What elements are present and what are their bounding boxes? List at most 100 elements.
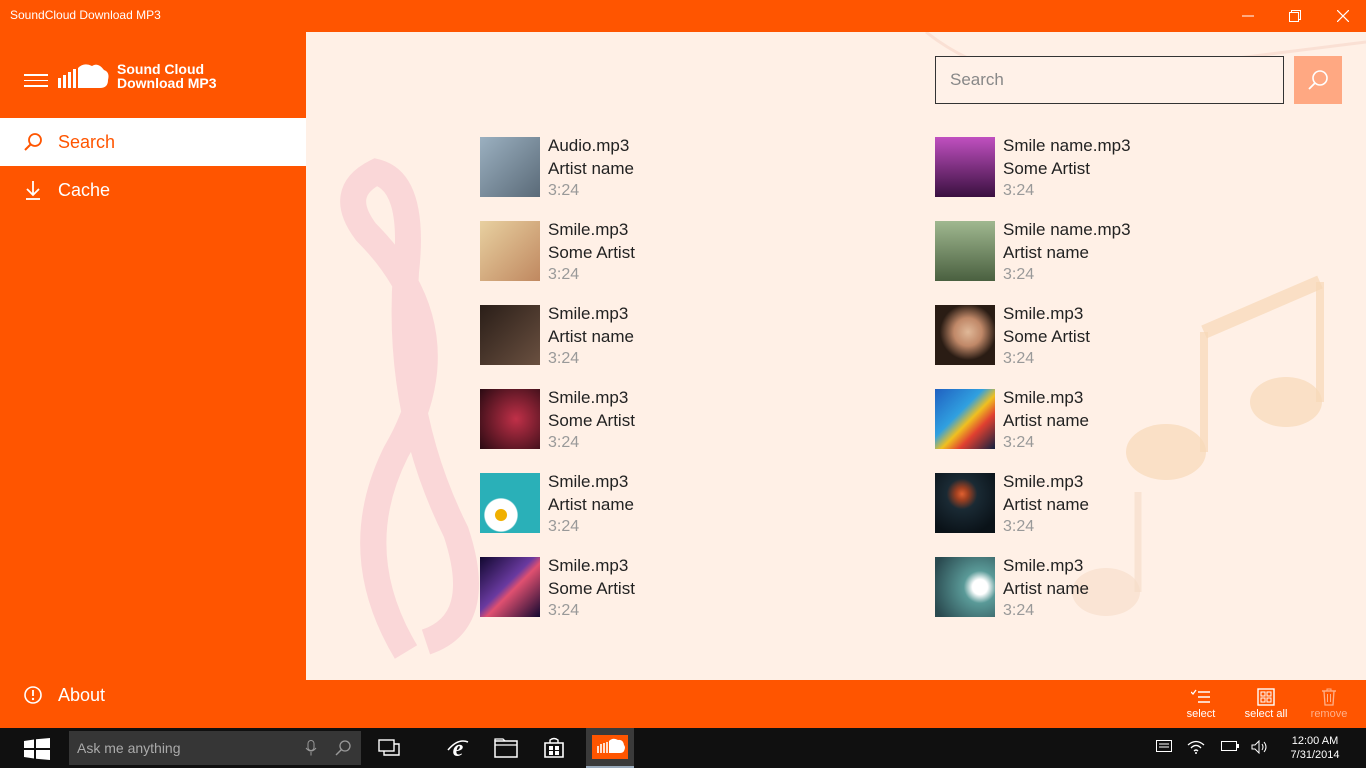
svg-text:e: e — [453, 736, 464, 760]
track-duration: 3:24 — [1003, 602, 1035, 619]
track-item[interactable]: Smile.mp3 Artist name 3:24 — [935, 386, 1235, 451]
hamburger-menu-icon[interactable] — [24, 74, 48, 88]
track-item[interactable]: Smile.mp3 Artist name 3:24 — [935, 554, 1235, 619]
track-artist: Artist name — [1003, 579, 1089, 598]
cortana-placeholder: Ask me anything — [77, 740, 181, 756]
restore-icon — [1289, 10, 1301, 22]
system-clock[interactable]: 12:00 AM 7/31/2014 — [1280, 734, 1350, 762]
select-all-label: select all — [1244, 708, 1288, 720]
track-item[interactable]: Smile.mp3 Artist name 3:24 — [480, 302, 780, 367]
search-icon — [1308, 70, 1328, 90]
wifi-icon[interactable] — [1187, 740, 1205, 754]
cortana-search-box[interactable]: Ask me anything — [69, 731, 361, 765]
track-item[interactable]: Smile name.mp3 Artist name 3:24 — [935, 218, 1235, 283]
clock-date: 7/31/2014 — [1290, 749, 1340, 761]
taskbar-edge-button[interactable]: e — [434, 728, 482, 768]
track-artist: Artist name — [548, 159, 634, 178]
track-artist: Some Artist — [548, 411, 635, 430]
track-name: Audio.mp3 — [548, 136, 630, 155]
track-name: Smile.mp3 — [548, 556, 629, 575]
track-duration: 3:24 — [548, 434, 580, 451]
restore-button[interactable] — [1272, 0, 1318, 32]
track-artist: Some Artist — [548, 579, 635, 598]
track-duration: 3:24 — [548, 350, 580, 367]
track-name: Smile name.mp3 — [1003, 220, 1131, 239]
close-button[interactable] — [1320, 0, 1366, 32]
track-name: Smile.mp3 — [548, 304, 629, 323]
close-icon — [1337, 10, 1349, 22]
logo-line-1: Sound Cloud — [117, 61, 205, 77]
title-bar: SoundCloud Download MP3 — [0, 0, 1366, 32]
track-duration: 3:24 — [1003, 266, 1035, 283]
album-art-thumbnail — [935, 389, 995, 449]
soundcloud-logo-icon — [58, 64, 109, 88]
command-bar: select select all remove — [306, 680, 1366, 728]
album-art-thumbnail — [480, 389, 540, 449]
trash-icon — [1299, 686, 1359, 708]
search-input[interactable]: Search — [935, 56, 1284, 104]
taskbar: Ask me anything e 12:00 AM 7/31/2014 — [0, 728, 1366, 768]
track-artist: Some Artist — [1003, 327, 1090, 346]
search-button[interactable] — [1294, 56, 1342, 104]
task-view-button[interactable] — [365, 728, 413, 768]
battery-icon[interactable] — [1221, 740, 1239, 752]
action-center-icon[interactable] — [1156, 740, 1172, 754]
nav-item-label: Search — [58, 131, 116, 152]
track-item[interactable]: Smile name.mp3 Some Artist 3:24 — [935, 134, 1235, 199]
search-placeholder: Search — [950, 70, 1004, 89]
download-icon — [0, 180, 58, 200]
album-art-thumbnail — [935, 137, 995, 197]
nav-item-search[interactable]: Search — [0, 118, 306, 166]
minimize-button[interactable] — [1225, 0, 1271, 32]
track-artist: Artist name — [1003, 495, 1089, 514]
volume-icon[interactable] — [1251, 740, 1269, 754]
track-item[interactable]: Audio.mp3 Artist name 3:24 — [480, 134, 780, 199]
select-all-button[interactable]: select all — [1236, 686, 1296, 720]
album-art-thumbnail — [480, 137, 540, 197]
track-artist: Artist name — [548, 495, 634, 514]
track-item[interactable]: Smile.mp3 Artist name 3:24 — [935, 470, 1235, 535]
remove-label: remove — [1310, 708, 1348, 720]
album-art-thumbnail — [935, 557, 995, 617]
album-art-thumbnail — [480, 473, 540, 533]
store-icon — [544, 737, 564, 758]
track-name: Smile.mp3 — [1003, 556, 1084, 575]
track-name: Smile.mp3 — [548, 220, 629, 239]
track-item[interactable]: Smile.mp3 Some Artist 3:24 — [480, 386, 780, 451]
track-item[interactable]: Smile.mp3 Some Artist 3:24 — [480, 554, 780, 619]
internet-explorer-icon: e — [447, 736, 469, 760]
track-duration: 3:24 — [1003, 182, 1035, 199]
microphone-icon[interactable] — [305, 740, 317, 756]
track-duration: 3:24 — [548, 602, 580, 619]
album-art-thumbnail — [935, 221, 995, 281]
select-label: select — [1186, 708, 1216, 720]
nav-item-about[interactable]: About — [0, 671, 306, 719]
album-art-thumbnail — [480, 557, 540, 617]
track-item[interactable]: Smile.mp3 Artist name 3:24 — [480, 470, 780, 535]
track-artist: Artist name — [1003, 411, 1089, 430]
track-duration: 3:24 — [1003, 518, 1035, 535]
taskbar-explorer-button[interactable] — [482, 728, 530, 768]
track-duration: 3:24 — [548, 266, 580, 283]
minimize-icon — [1242, 15, 1254, 17]
album-art-thumbnail — [480, 221, 540, 281]
track-duration: 3:24 — [548, 182, 580, 199]
track-name: Smile name.mp3 — [1003, 136, 1131, 155]
app-logo-text: Sound Cloud Download MP3 — [117, 62, 217, 90]
search-icon[interactable] — [335, 740, 351, 756]
checklist-icon — [1171, 686, 1231, 708]
track-duration: 3:24 — [548, 518, 580, 535]
track-item[interactable]: Smile.mp3 Some Artist 3:24 — [935, 302, 1235, 367]
track-name: Smile.mp3 — [1003, 472, 1084, 491]
taskbar-store-button[interactable] — [530, 728, 578, 768]
select-button[interactable]: select — [1171, 686, 1231, 720]
track-name: Smile.mp3 — [548, 472, 629, 491]
taskbar-soundcloud-app-button[interactable] — [586, 728, 634, 768]
track-name: Smile.mp3 — [548, 388, 629, 407]
track-item[interactable]: Smile.mp3 Some Artist 3:24 — [480, 218, 780, 283]
windows-start-icon[interactable] — [24, 738, 50, 760]
search-icon — [0, 132, 58, 152]
logo-line-2: Download MP3 — [117, 75, 217, 91]
remove-button[interactable]: remove — [1299, 686, 1359, 720]
nav-item-cache[interactable]: Cache — [0, 166, 306, 214]
